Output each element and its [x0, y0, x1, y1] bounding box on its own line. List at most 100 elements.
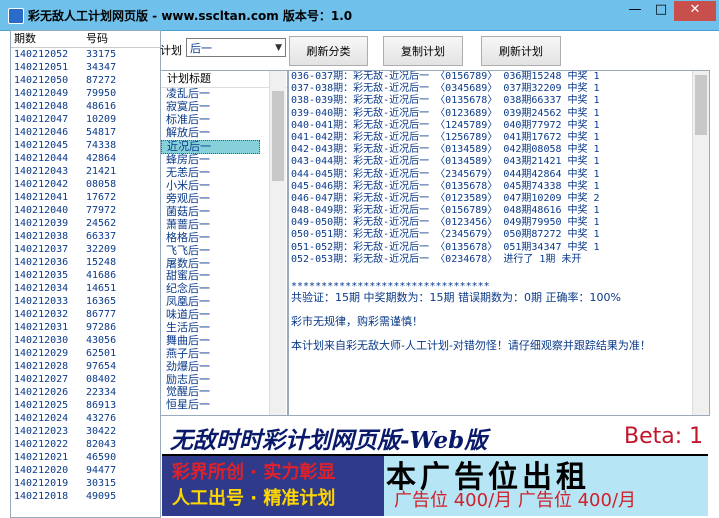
- output-line: 045-046期：彩无敌-近况后一 〈0135678〉 045期74338 中奖…: [291, 180, 600, 192]
- history-period: 140212045: [14, 140, 69, 151]
- history-period: 140212025: [14, 400, 69, 411]
- history-number: 86913: [86, 400, 117, 411]
- history-row[interactable]: 140212048 48616: [11, 100, 160, 113]
- history-row[interactable]: 140212032 86777: [11, 308, 160, 321]
- history-row[interactable]: 140212033 16365: [11, 295, 160, 308]
- history-row[interactable]: 140212044 42864: [11, 152, 160, 165]
- history-row[interactable]: 140212030 43056: [11, 334, 160, 347]
- history-header: 期数 号码: [11, 31, 160, 48]
- history-period: 140212044: [14, 153, 69, 164]
- history-row[interactable]: 140212042 08058: [11, 178, 160, 191]
- ad-header: 无敌时时彩计划网页版-Web版 Beta: 1: [162, 416, 708, 456]
- history-period: 140212036: [14, 257, 69, 268]
- maximize-button[interactable]: □: [648, 1, 674, 21]
- plan-select[interactable]: 后一 ▼: [186, 38, 286, 57]
- history-period: 140212047: [14, 114, 69, 125]
- history-row[interactable]: 140212029 62501: [11, 347, 160, 360]
- refresh-category-button[interactable]: 刷新分类: [289, 36, 368, 66]
- history-number: 17672: [86, 192, 117, 203]
- history-row[interactable]: 140212031 97286: [11, 321, 160, 334]
- history-number: 16365: [86, 296, 117, 307]
- ad-banner[interactable]: 无敌时时彩计划网页版-Web版 Beta: 1 彩界所创 · 实力彰显 人工出号…: [162, 416, 708, 516]
- plan-list[interactable]: 计划标题 凌乱后一 寂寞后一 标准后一 解放后一 近况后一 蜂房后一 无恙后一 小米后一 旁观后…: [160, 70, 288, 416]
- history-row[interactable]: 140212040 77972: [11, 204, 160, 217]
- history-row[interactable]: 140212021 46590: [11, 451, 160, 464]
- refresh-plan-button[interactable]: 刷新计划: [481, 36, 561, 66]
- history-period: 140212040: [14, 205, 69, 216]
- output-line: 043-044期：彩无敌-近况后一 〈0134589〉 043期21421 中奖…: [291, 156, 600, 168]
- history-row[interactable]: 140212034 14651: [11, 282, 160, 295]
- copy-plan-button[interactable]: 复制计划: [383, 36, 463, 66]
- history-row[interactable]: 140212036 15248: [11, 256, 160, 269]
- output-line: 049-050期：彩无敌-近况后一 〈0123456〉 049期79950 中奖…: [291, 217, 600, 229]
- app-icon: [8, 8, 24, 24]
- minimize-button[interactable]: —: [622, 1, 648, 21]
- history-row[interactable]: 140212024 43276: [11, 412, 160, 425]
- history-number: 34347: [86, 62, 117, 73]
- history-period: 140212039: [14, 218, 69, 229]
- history-number: 24562: [86, 218, 117, 229]
- plan-list-scrollbar[interactable]: [269, 71, 286, 415]
- history-row[interactable]: 140212041 17672: [11, 191, 160, 204]
- history-row[interactable]: 140212023 30422: [11, 425, 160, 438]
- output-scroll-thumb[interactable]: [695, 75, 707, 135]
- history-row[interactable]: 140212025 86913: [11, 399, 160, 412]
- plan-list-scroll-thumb[interactable]: [272, 91, 284, 181]
- history-number: 97286: [86, 322, 117, 333]
- history-number: 86777: [86, 309, 117, 320]
- history-row[interactable]: 140212043 21421: [11, 165, 160, 178]
- history-period: 140212026: [14, 387, 69, 398]
- history-number: 10209: [86, 114, 117, 125]
- history-row[interactable]: 140212028 97654: [11, 360, 160, 373]
- output-line: 051-052期：彩无敌-近况后一 〈0135678〉 051期34347 中奖…: [291, 241, 600, 253]
- history-row[interactable]: 140212038 66337: [11, 230, 160, 243]
- history-list[interactable]: 期数 号码 140212052 33175 140212051 34347 140212…: [10, 30, 161, 518]
- history-row[interactable]: 140212045 74338: [11, 139, 160, 152]
- history-period: 140212031: [14, 322, 69, 333]
- column-period: 期数: [14, 32, 36, 45]
- history-row[interactable]: 140212019 30315: [11, 477, 160, 490]
- output-line: 036-037期：彩无敌-近况后一 〈0156789〉 036期15248 中奖…: [291, 71, 600, 82]
- history-period: 140212035: [14, 270, 69, 281]
- history-number: 43276: [86, 413, 117, 424]
- history-number: 46590: [86, 452, 117, 463]
- output-line: 038-039期：彩无敌-近况后一 〈0135678〉 038期66337 中奖…: [291, 95, 600, 107]
- history-row[interactable]: 140212047 10209: [11, 113, 160, 126]
- history-period: 140212046: [14, 127, 69, 138]
- history-period: 140212033: [14, 296, 69, 307]
- history-row[interactable]: 140212049 79950: [11, 87, 160, 100]
- history-number: 21421: [86, 166, 117, 177]
- history-row[interactable]: 140212018 49095: [11, 490, 160, 503]
- output-line: 041-042期：彩无敌-近况后一 〈1256789〉 041期17672 中奖…: [291, 131, 600, 143]
- history-row[interactable]: 140212035 41686: [11, 269, 160, 282]
- window-title: 彩无敌人工计划网页版 - www.sscltan.com 版本号：1.0: [28, 9, 353, 23]
- history-number: 15248: [86, 257, 117, 268]
- history-row[interactable]: 140212020 94477: [11, 464, 160, 477]
- history-row[interactable]: 140212052 33175: [11, 48, 160, 61]
- title-bar: 彩无敌人工计划网页版 - www.sscltan.com 版本号：1.0 — □…: [0, 0, 719, 31]
- history-number: 41686: [86, 270, 117, 281]
- history-number: 42864: [86, 153, 117, 164]
- history-period: 140212018: [14, 491, 69, 502]
- history-row[interactable]: 140212026 22334: [11, 386, 160, 399]
- history-number: 54817: [86, 127, 117, 138]
- history-row[interactable]: 140212046 54817: [11, 126, 160, 139]
- output-scrollbar[interactable]: [692, 71, 709, 415]
- ad-right-panel: 本广告位出租 广告位 400/月 广告位 400/月: [384, 456, 708, 516]
- history-row[interactable]: 140212037 32209: [11, 243, 160, 256]
- history-row[interactable]: 140212051 34347: [11, 61, 160, 74]
- plan-output[interactable]: 036-037期：彩无敌-近况后一 〈0156789〉 036期15248 中奖…: [288, 70, 710, 416]
- chevron-down-icon: ▼: [275, 43, 282, 53]
- history-row[interactable]: 140212039 24562: [11, 217, 160, 230]
- output-line: 046-047期：彩无敌-近况后一 〈0123589〉 047期10209 中奖…: [291, 192, 600, 204]
- close-button[interactable]: ✕: [674, 1, 716, 21]
- history-row[interactable]: 140212027 08402: [11, 373, 160, 386]
- history-row[interactable]: 140212050 87272: [11, 74, 160, 87]
- history-number: 30315: [86, 478, 117, 489]
- output-line: 039-040期：彩无敌-近况后一 〈0123689〉 039期24562 中奖…: [291, 107, 600, 119]
- history-period: 140212022: [14, 439, 69, 450]
- history-period: 140212041: [14, 192, 69, 203]
- output-line: 042-043期：彩无敌-近况后一 〈0134589〉 042期08058 中奖…: [291, 144, 600, 156]
- history-row[interactable]: 140212022 82043: [11, 438, 160, 451]
- history-period: 140212027: [14, 374, 69, 385]
